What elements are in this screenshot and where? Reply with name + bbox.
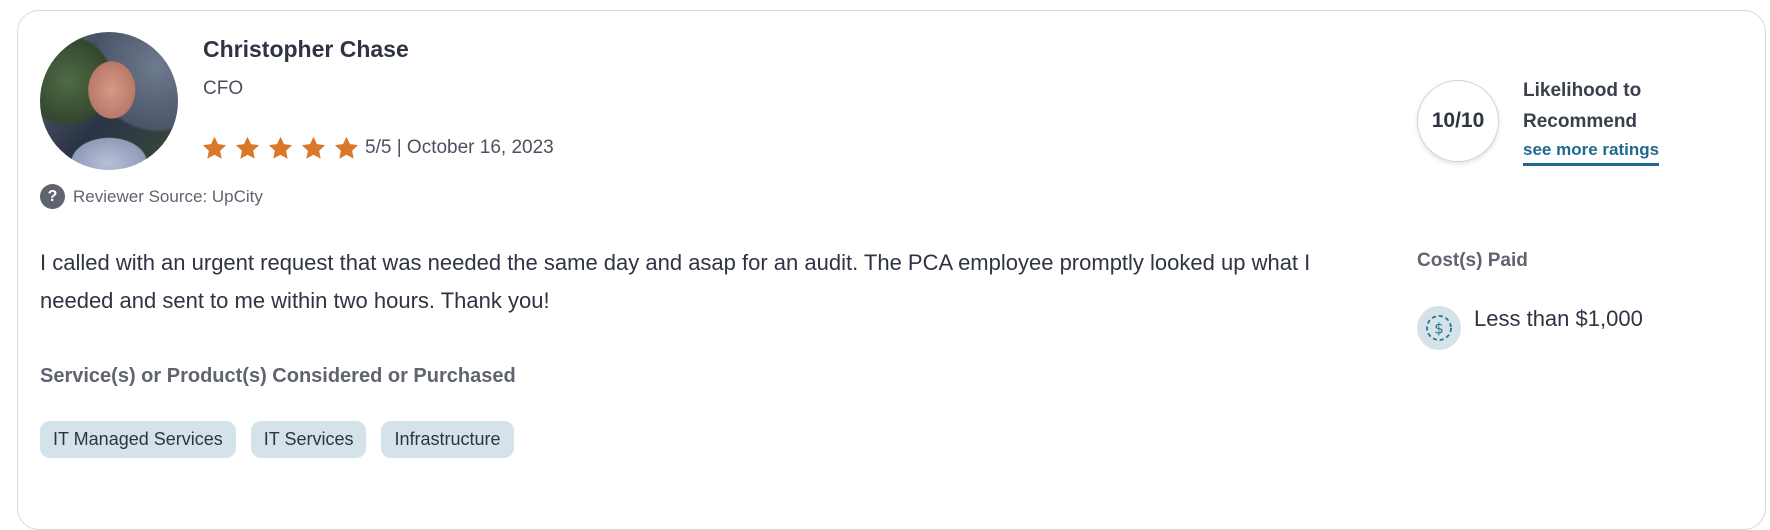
svg-text:$: $	[1434, 320, 1444, 338]
reviewer-source: ? Reviewer Source: UpCity	[40, 184, 263, 209]
service-tag[interactable]: IT Services	[250, 421, 367, 458]
star-icon	[301, 136, 326, 159]
recommend-score-badge: 10/10	[1417, 80, 1499, 162]
recommend-label: Likelihood to Recommend	[1523, 75, 1641, 137]
star-icon	[334, 136, 359, 159]
star-rating	[201, 135, 360, 162]
separator: |	[396, 137, 402, 158]
star-icon	[268, 136, 293, 159]
services-heading: Service(s) or Product(s) Considered or P…	[40, 365, 516, 387]
reviewer-name: Christopher Chase	[203, 36, 409, 62]
star-icon	[235, 136, 260, 159]
recommend-label-line2: Recommend	[1523, 111, 1638, 132]
rating-date-line: 5/5 | October 16, 2023	[365, 137, 554, 159]
star-icon	[202, 136, 227, 159]
see-more-ratings-link[interactable]: see more ratings	[1523, 140, 1660, 166]
service-tags: IT Managed Services IT Services Infrastr…	[40, 421, 514, 458]
cost-heading: Cost(s) Paid	[1417, 250, 1528, 271]
service-tag[interactable]: Infrastructure	[381, 421, 514, 458]
dollar-circle-icon: $	[1417, 306, 1461, 350]
question-icon[interactable]: ?	[40, 184, 65, 209]
reviewer-title: CFO	[203, 78, 244, 99]
avatar	[40, 32, 178, 170]
cost-value: Less than $1,000	[1474, 306, 1643, 331]
review-date: October 16, 2023	[406, 137, 554, 158]
service-tag[interactable]: IT Managed Services	[40, 421, 236, 458]
rating-score: 5/5	[365, 137, 392, 158]
review-body: I called with an urgent request that was…	[40, 250, 1311, 313]
reviewer-source-text: Reviewer Source: UpCity	[73, 186, 263, 206]
recommend-label-line1: Likelihood to	[1523, 80, 1642, 101]
